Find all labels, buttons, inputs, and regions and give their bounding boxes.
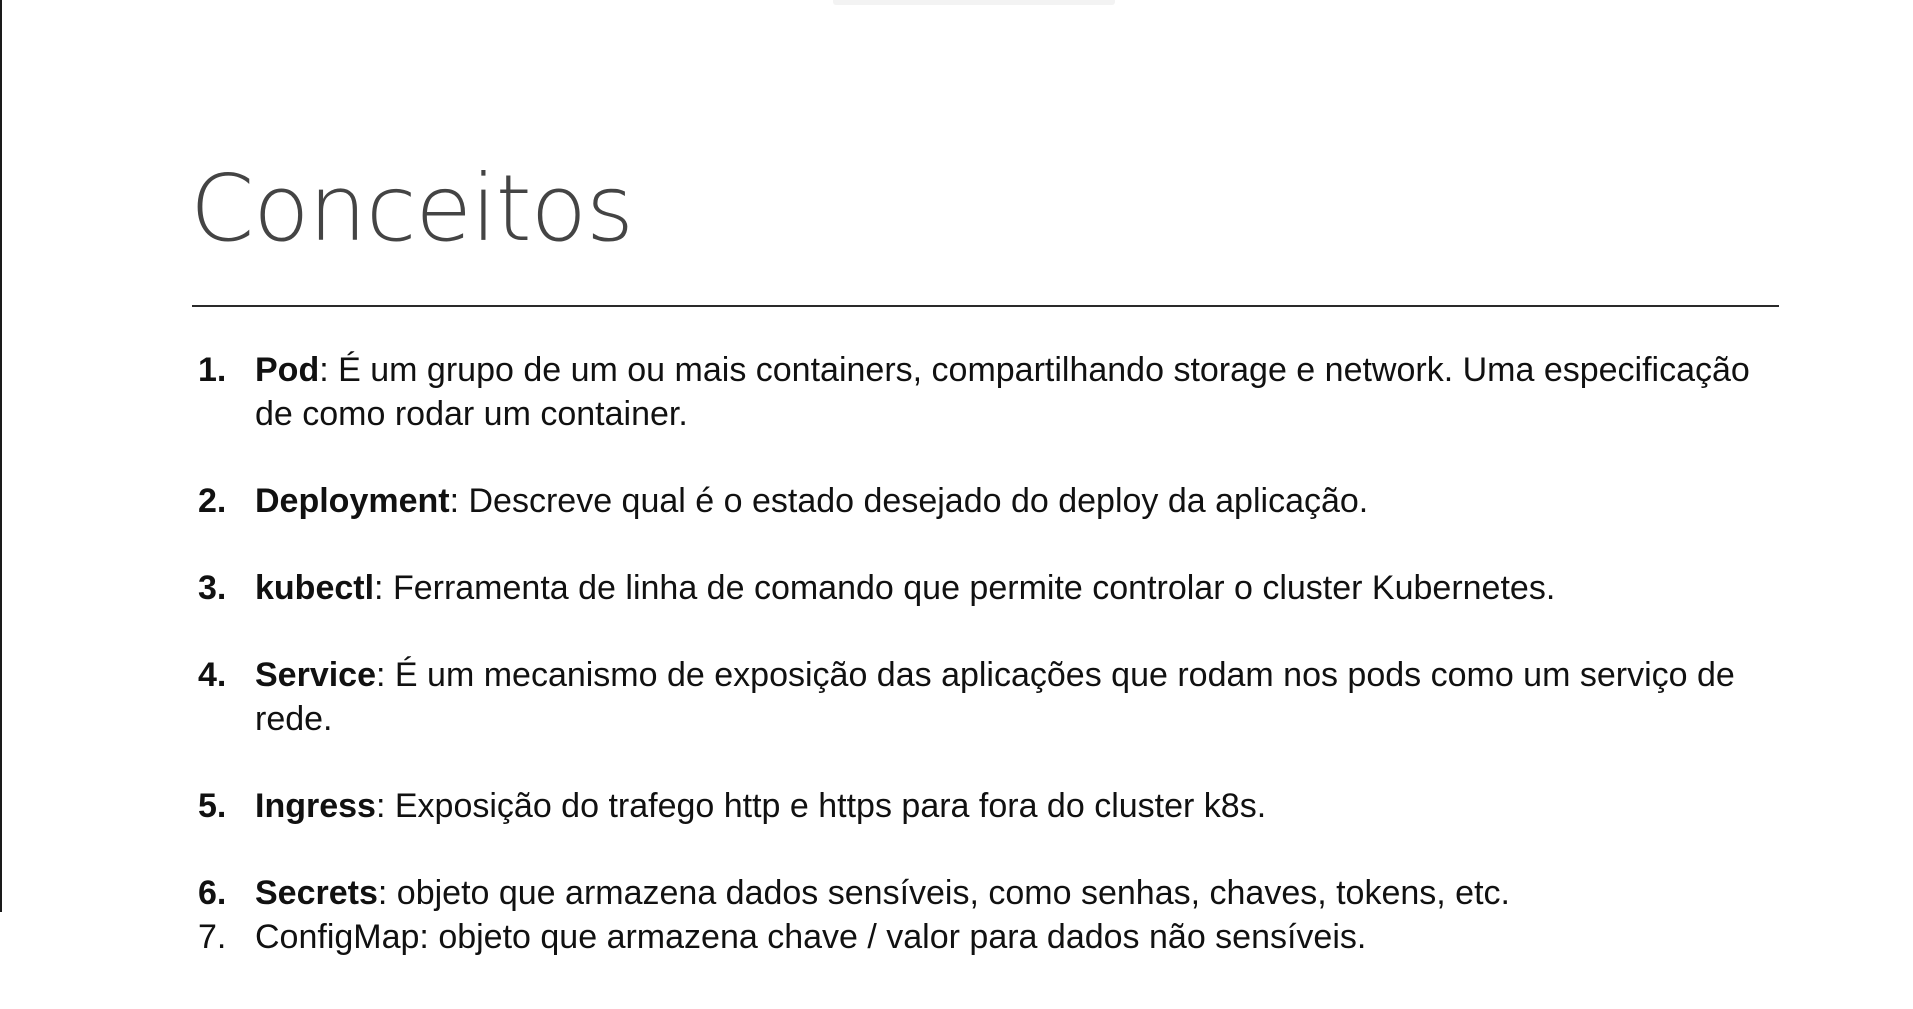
concept-description: objeto que armazena dados sensíveis, com…: [396, 874, 1510, 912]
concept-separator: :: [449, 482, 469, 520]
list-item-number: 4.: [198, 656, 227, 694]
concept-description: É um grupo de um ou mais containers, com…: [255, 351, 1750, 433]
slide-left-edge: [0, 0, 2, 912]
concept-term: Pod: [255, 351, 320, 389]
list-item-service: 4. Service: É um mecanismo de exposição d…: [192, 653, 1752, 741]
list-item-number: 3.: [198, 569, 227, 607]
list-item-kubectl: 3. kubectl: Ferramenta de linha de comand…: [192, 566, 1752, 610]
concept-term: Service: [255, 656, 376, 694]
list-item-ingress: 5. Ingress: Exposição do trafego http e h…: [192, 784, 1752, 828]
list-item-pod: 1. Pod: É um grupo de um ou mais containe…: [192, 348, 1752, 436]
concept-text: ConfigMap: objeto que armazena chave / v…: [255, 918, 1367, 956]
concept-separator: :: [375, 787, 395, 825]
list-item-number: 7.: [198, 918, 227, 956]
list-item-secrets: 6. Secrets: objeto que armazena dados sen…: [192, 871, 1752, 915]
concept-description: É um mecanismo de exposição das aplicaçõ…: [255, 656, 1735, 738]
concept-list: 1. Pod: É um grupo de um ou mais containe…: [192, 348, 1752, 959]
concept-separator: :: [374, 569, 393, 607]
list-item-number: 5.: [198, 787, 227, 825]
list-item-number: 2.: [198, 482, 227, 520]
concept-description: Exposição do trafego http e https para f…: [394, 787, 1267, 825]
top-scroll-indicator: [833, 0, 1115, 5]
concept-separator: :: [377, 874, 397, 912]
list-item-deployment: 2. Deployment: Descreve qual é o estado d…: [192, 479, 1752, 523]
page-title: Conceitos: [190, 155, 634, 262]
list-item-configmap: 7. ConfigMap: objeto que armazena chave /…: [192, 915, 1752, 959]
concept-description: Ferramenta de linha de comando que permi…: [392, 569, 1556, 607]
title-divider: [192, 305, 1779, 307]
concept-description: Descreve qual é o estado desejado do dep…: [468, 482, 1369, 520]
concept-term: kubectl: [255, 569, 375, 607]
concept-term: Ingress: [255, 787, 376, 825]
concept-separator: :: [319, 351, 339, 389]
concept-term: Deployment: [255, 482, 450, 520]
concept-separator: :: [376, 656, 395, 694]
list-item-number: 1.: [198, 351, 227, 389]
concept-term: Secrets: [255, 874, 378, 912]
list-item-number: 6.: [198, 874, 227, 912]
